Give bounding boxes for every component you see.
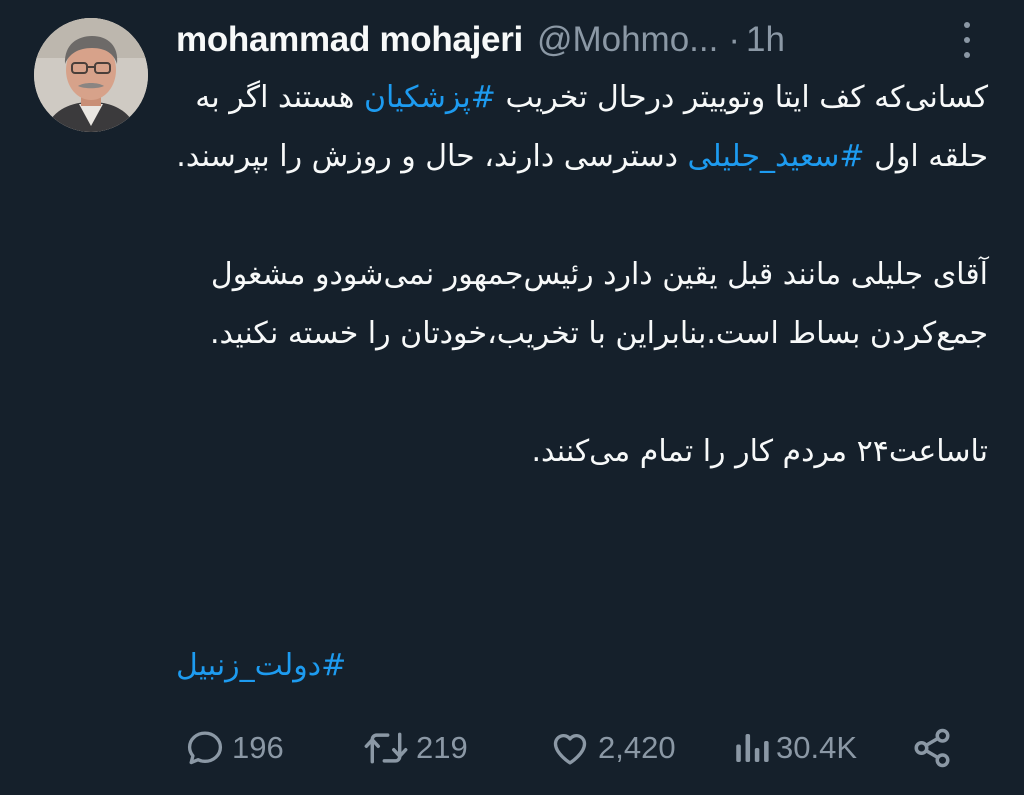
tweet-paragraph-2: آقای جلیلی مانند قبل یقین دارد رئیس‌جمهو…: [209, 257, 988, 351]
author-handle[interactable]: @Mohmo...: [537, 20, 718, 60]
author-display-name[interactable]: mohammad mohajeri: [176, 20, 523, 60]
like-count: 2,420: [598, 730, 676, 765]
more-dot: [964, 52, 970, 58]
share-button[interactable]: [910, 718, 954, 778]
reply-count: 196: [232, 730, 284, 765]
retweet-button[interactable]: 219: [362, 718, 468, 778]
reply-icon: [187, 731, 223, 765]
retweet-icon: [364, 732, 408, 764]
tweet-paragraph-3: تاساعت۲۴ مردم کار را تمام می‌کنند.: [531, 434, 989, 469]
reply-button[interactable]: 196: [184, 718, 284, 778]
more-dot: [964, 22, 970, 28]
hashtag-pezeshkian[interactable]: #پزشکیان: [364, 80, 496, 115]
tweet-text-segment: کسانی‌که کف ایتا وتوییتر درحال تخریب: [495, 80, 988, 115]
share-icon: [914, 728, 950, 768]
views-icon: [736, 734, 769, 762]
footer-hashtag-row: #دولت_زنبیل: [176, 636, 346, 695]
hashtag-dolat-zanbil[interactable]: #دولت_زنبیل: [176, 648, 346, 683]
more-vertical-icon[interactable]: [954, 20, 980, 60]
more-dot: [964, 37, 970, 43]
tweet-text: کسانی‌که کف ایتا وتوییتر درحال تخریب #پز…: [176, 68, 988, 481]
views-count: 30.4K: [776, 730, 858, 765]
separator-dot: ·: [728, 20, 741, 59]
tweet-text-segment: دسترسی دارند، حال و روزش را بپرسند.: [176, 139, 688, 174]
heart-icon: [553, 734, 587, 765]
retweet-count: 219: [416, 730, 468, 765]
tweet-header: mohammad mohajeri @Mohmo... · 1h: [176, 12, 785, 68]
views-button[interactable]: 30.4K: [734, 718, 857, 778]
tweet-timestamp[interactable]: 1h: [746, 20, 785, 60]
tweet-paragraph-1: کسانی‌که کف ایتا وتوییتر درحال تخریب #پز…: [176, 68, 988, 186]
tweet-actions: 196 219 2,420 30.4K: [176, 718, 976, 778]
like-button[interactable]: 2,420: [548, 718, 676, 778]
hashtag-saeed-jalili[interactable]: #سعید_جلیلی: [688, 139, 865, 174]
avatar[interactable]: [34, 18, 148, 132]
